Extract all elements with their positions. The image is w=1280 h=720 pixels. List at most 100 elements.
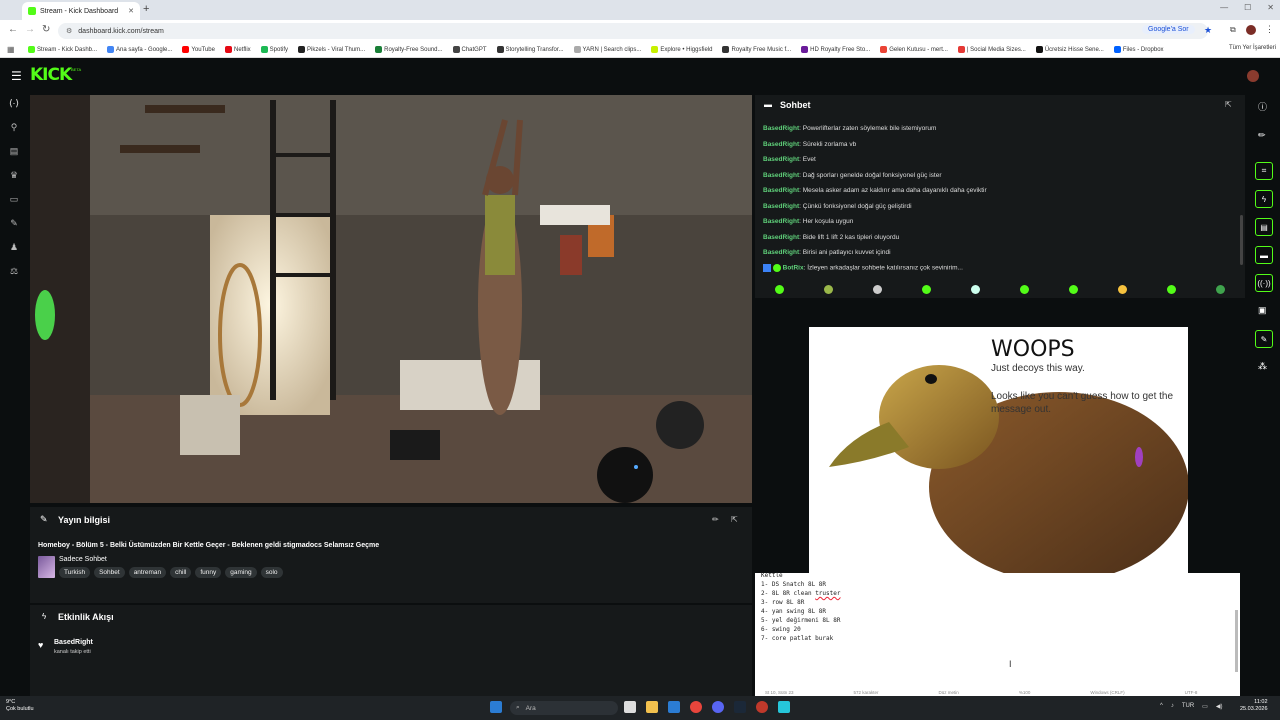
users-icon[interactable]: ♟ — [8, 242, 20, 254]
wrench-icon[interactable]: ✎ — [8, 218, 20, 230]
tag[interactable]: antreman — [128, 567, 167, 578]
user-avatar[interactable] — [1247, 70, 1259, 82]
chat-username[interactable]: BasedRight — [763, 234, 799, 241]
info-icon[interactable]: ⓘ — [1258, 100, 1267, 113]
bookmark-item[interactable]: YARN | Search clips... — [573, 46, 641, 53]
browser-tab[interactable]: Stream - Kick Dashboard ✕ — [22, 2, 140, 20]
all-bookmarks[interactable]: Tüm Yer İşaretleri — [1229, 45, 1276, 51]
bookmark-item[interactable]: Royalty-Free Sound... — [375, 46, 443, 53]
scan-icon[interactable]: ⌗ — [1255, 162, 1273, 180]
site-info-icon[interactable]: ⚙ — [66, 27, 72, 35]
chat-icon[interactable]: ▬ — [1255, 246, 1273, 264]
tag[interactable]: funny — [195, 567, 222, 578]
bookmark-item[interactable]: Gelen Kutusu - mert... — [880, 46, 948, 53]
wrench-tool-icon[interactable]: ✎ — [1255, 330, 1273, 348]
category-name[interactable]: Sadece Sohbet — [59, 556, 107, 563]
bolt-icon[interactable]: ϟ — [1255, 190, 1273, 208]
profile-avatar[interactable] — [1246, 25, 1256, 35]
nodes-icon[interactable]: ⁂ — [1258, 361, 1267, 372]
notepad-text[interactable]: Kettle 1- DS Snatch 8L 8R 2- 8L 8R clean… — [761, 571, 840, 643]
maximize-icon[interactable]: ☐ — [1244, 3, 1251, 12]
chat-popout-icon[interactable]: ⇱ — [1225, 100, 1232, 109]
tag[interactable]: chill — [170, 567, 192, 578]
chrome-icon[interactable] — [690, 701, 702, 713]
emote-icon[interactable] — [1216, 284, 1225, 294]
broadcast-icon[interactable]: ((·)) — [1255, 274, 1273, 292]
app-icon[interactable] — [712, 701, 724, 713]
bookmark-item[interactable]: Pikzels - Viral Thum... — [298, 46, 365, 53]
stream-video[interactable] — [30, 95, 752, 503]
tag[interactable]: Turkish — [59, 567, 91, 578]
emote-icon[interactable] — [1069, 284, 1078, 294]
chevron-up-icon[interactable]: ^ — [1160, 703, 1163, 710]
mic-icon[interactable]: ♪ — [1171, 703, 1174, 710]
stream-icon[interactable]: ⟨·⟩ — [8, 98, 20, 110]
volume-icon[interactable]: ◀) — [1216, 703, 1223, 710]
back-button[interactable]: ← — [8, 24, 18, 35]
bookmark-item[interactable]: Ücretsiz Hisse Sene... — [1035, 46, 1104, 53]
bookmark-item[interactable]: YouTube — [182, 46, 215, 53]
store-icon[interactable] — [668, 701, 680, 713]
close-tab-icon[interactable]: ✕ — [128, 7, 134, 15]
chat-username[interactable]: BasedRight — [763, 203, 799, 210]
forward-button[interactable]: → — [25, 24, 35, 35]
reload-button[interactable]: ↻ — [42, 24, 50, 35]
emote-icon[interactable] — [922, 284, 931, 294]
mod-icon[interactable]: ▣ — [1258, 305, 1267, 316]
bookmark-item[interactable]: | Social Media Sizes... — [957, 46, 1026, 53]
chat-scrollbar[interactable] — [1240, 215, 1243, 265]
chat-username[interactable]: BasedRight — [763, 141, 799, 148]
google-sor-button[interactable]: Google'a Sor — [1142, 25, 1195, 34]
url-input[interactable]: ⚙ dashboard.kick.com/stream — [58, 23, 1208, 39]
chat-username[interactable]: BasedRight — [763, 249, 799, 256]
emote-icon[interactable] — [824, 284, 833, 294]
clock[interactable]: 11:02 25.03.2026 — [1240, 699, 1268, 713]
bookmark-item[interactable]: HD Royalty Free Sto... — [801, 46, 870, 53]
tag[interactable]: Sohbet — [94, 567, 125, 578]
bookmark-star-icon[interactable]: ★ — [1204, 25, 1212, 36]
bookmark-item[interactable]: Stream - Kick Dashb... — [28, 46, 97, 53]
emote-icon[interactable] — [1167, 284, 1176, 294]
notepad-scrollbar[interactable] — [1235, 610, 1238, 672]
chat-username[interactable]: BasedRight — [763, 125, 799, 132]
start-icon[interactable] — [490, 701, 502, 713]
link-icon[interactable]: ⚲ — [8, 122, 20, 134]
bookmark-item[interactable]: Explore • Higgsfield — [651, 46, 712, 53]
emote-icon[interactable] — [775, 284, 784, 294]
activity-username[interactable]: BasedRight — [54, 639, 93, 646]
category-thumbnail[interactable] — [38, 556, 55, 578]
hamburger-menu-icon[interactable]: ☰ — [11, 69, 22, 83]
bookmark-item[interactable]: Spotify — [260, 46, 288, 53]
pencil-icon[interactable]: ✏ — [1258, 130, 1266, 141]
bookmark-item[interactable]: ChatGPT — [452, 46, 487, 53]
notepad-app-icon[interactable] — [778, 701, 790, 713]
popout-icon[interactable]: ⇱ — [731, 515, 738, 524]
chat-username[interactable]: BotRix — [783, 265, 804, 272]
taskbar-search[interactable]: ⌕ Ara — [510, 701, 618, 715]
chat-username[interactable]: BasedRight — [763, 187, 799, 194]
extensions-icon[interactable]: ⧉ — [1230, 25, 1236, 35]
network-icon[interactable]: ▭ — [1202, 703, 1208, 710]
tag[interactable]: solo — [260, 567, 283, 578]
emote-icon[interactable] — [1020, 284, 1029, 294]
bookmark-item[interactable]: Royalty Free Music f... — [722, 46, 791, 53]
chat-username[interactable]: BasedRight — [763, 156, 799, 163]
close-window-icon[interactable]: ✕ — [1267, 3, 1274, 12]
emote-icon[interactable] — [873, 284, 882, 294]
new-tab-button[interactable]: + — [143, 3, 149, 15]
emote-icon[interactable] — [971, 284, 980, 294]
edit-icon[interactable]: ✏ — [712, 515, 719, 524]
chat-username[interactable]: BasedRight — [763, 172, 799, 179]
chat-username[interactable]: BasedRight — [763, 218, 799, 225]
steam-icon[interactable] — [734, 701, 746, 713]
apps-grid-icon[interactable]: ▦ — [7, 45, 15, 54]
tag[interactable]: gaming — [225, 567, 257, 578]
document-icon[interactable]: ▤ — [1255, 218, 1273, 236]
analytics-icon[interactable]: ▤ — [8, 146, 20, 158]
bookmark-item[interactable]: Storytelling Transfor... — [496, 46, 564, 53]
trophy-icon[interactable]: ♛ — [8, 170, 20, 182]
bookmark-item[interactable]: Files - Dropbox — [1113, 46, 1164, 53]
moderation-icon[interactable]: ⚖ — [8, 266, 20, 278]
menu-dots-icon[interactable]: ⋮ — [1265, 24, 1274, 35]
file-explorer-icon[interactable] — [646, 701, 658, 713]
